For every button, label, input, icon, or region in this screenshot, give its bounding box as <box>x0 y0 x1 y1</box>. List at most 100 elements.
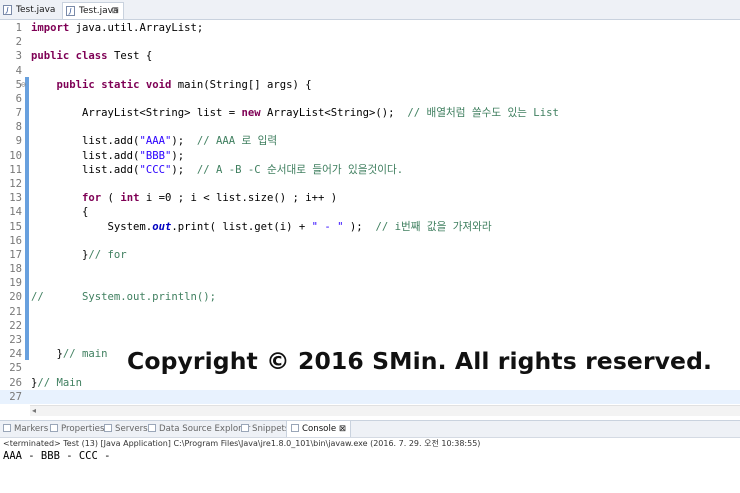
code-token: static <box>101 78 140 91</box>
code-line[interactable]: 27 <box>0 389 740 404</box>
code-line[interactable]: 2 <box>0 35 740 49</box>
line-number: 7 <box>15 107 22 120</box>
code-token: ); <box>171 135 197 148</box>
tab-markers[interactable]: Markers <box>3 421 48 437</box>
tab-label: Data Source Explorer <box>159 424 251 434</box>
editor-tab-test-java-1[interactable]: J Test.java <box>0 2 62 18</box>
code-token: " - " <box>311 220 344 233</box>
snippets-icon <box>241 424 249 432</box>
code-line[interactable]: 21 <box>0 305 740 319</box>
line-number: 21 <box>9 305 22 318</box>
line-number: 20 <box>9 291 22 304</box>
code-line[interactable]: 5 ⊖ public static void main(String[] args… <box>0 78 740 92</box>
code-line[interactable]: 3 public class Test { <box>0 49 740 63</box>
horizontal-scrollbar[interactable]: ◂ <box>30 405 740 416</box>
line-number: 18 <box>9 263 22 276</box>
code-token: main(String[] args) { <box>171 78 312 91</box>
code-token: // 배열처럼 쓸수도 있는 List <box>407 107 559 120</box>
data-source-icon <box>148 424 156 432</box>
code-text: { <box>31 205 88 219</box>
line-number: 23 <box>9 333 22 346</box>
code-token: ArrayList<String>(); <box>260 107 408 120</box>
code-text: ArrayList<String> list = new ArrayList<S… <box>31 106 559 120</box>
line-number: 16 <box>9 234 22 247</box>
line-number: 8 <box>15 121 22 134</box>
line-number: 12 <box>9 177 22 190</box>
line-number: 22 <box>9 319 22 332</box>
close-console-icon[interactable]: ⊠ <box>339 424 346 434</box>
code-line[interactable]: 8 <box>0 120 740 134</box>
code-line[interactable]: 10 list.add("BBB"); <box>0 149 740 163</box>
code-line[interactable]: 23 <box>0 333 740 347</box>
code-line[interactable]: 16 <box>0 234 740 248</box>
code-line[interactable]: 14 { <box>0 205 740 219</box>
code-text: list.add("AAA"); // AAA 로 입력 <box>31 134 277 148</box>
copyright-watermark: Copyright © 2016 SMin. All rights reserv… <box>127 347 713 375</box>
console-status: <terminated> Test (13) [Java Application… <box>3 439 481 448</box>
line-number: 2 <box>15 36 22 49</box>
line-number: 9 <box>15 135 22 148</box>
code-line[interactable]: 11 list.add("CCC"); // A -B -C 순서대로 들어가 … <box>0 163 740 177</box>
code-token: Test { <box>107 50 153 63</box>
code-text: public static void main(String[] args) { <box>31 78 312 92</box>
line-number: 11 <box>9 163 22 176</box>
code-token: java.util.ArrayList; <box>69 22 204 34</box>
tab-label: Snippets <box>252 424 290 434</box>
code-token: list.add( <box>31 149 140 162</box>
line-number: 10 <box>9 149 22 162</box>
line-number: 5 <box>15 78 22 91</box>
code-line[interactable]: 19 <box>0 276 740 290</box>
code-token: i =0 ; i < list.size() ; i++ ) <box>139 192 338 205</box>
line-number: 24 <box>9 348 22 361</box>
code-token: void <box>145 78 172 91</box>
console-output: AAA - BBB - CCC - <box>3 450 111 462</box>
line-number: 17 <box>9 248 22 261</box>
code-line[interactable]: 12 <box>0 177 740 191</box>
editor-tab-test-java-2[interactable]: J Test.java ⊠ <box>62 2 124 19</box>
code-token: out <box>152 220 172 233</box>
code-line[interactable]: 17 }// for <box>0 248 740 262</box>
code-line[interactable]: 6 <box>0 92 740 106</box>
code-token: new <box>241 107 261 120</box>
code-text: }// Main <box>31 376 82 390</box>
code-line[interactable]: 22 <box>0 319 740 333</box>
code-text: list.add("CCC"); // A -B -C 순서대로 들어가 있을것… <box>31 163 403 177</box>
code-token: } <box>31 348 63 361</box>
code-token: for <box>82 192 102 205</box>
code-line[interactable]: 26 }// Main <box>0 376 740 390</box>
line-number: 25 <box>9 362 22 375</box>
code-line[interactable]: 7 ArrayList<String> list = new ArrayList… <box>0 106 740 120</box>
code-editor[interactable]: 1 import java.util.ArrayList; 2 3 public cla… <box>0 20 740 416</box>
tab-properties[interactable]: Properties <box>50 421 104 437</box>
fold-toggle-icon[interactable]: ⊖ <box>21 78 26 92</box>
close-tab-icon[interactable]: ⊠ <box>111 3 119 19</box>
tab-label: Markers <box>14 424 49 434</box>
code-line[interactable]: 15 System.out.print( list.get(i) + " - "… <box>0 220 740 234</box>
tab-snippets[interactable]: Snippets <box>241 421 289 437</box>
code-text: System.out.print( list.get(i) + " - " );… <box>31 220 492 234</box>
code-line[interactable]: 1 import java.util.ArrayList; <box>0 21 740 35</box>
line-number: 26 <box>9 376 22 389</box>
code-token: "AAA" <box>139 135 172 148</box>
code-token: // AAA 로 입력 <box>196 135 278 148</box>
code-token: int <box>120 192 140 205</box>
tab-console[interactable]: Console ⊠ <box>286 421 352 437</box>
line-number: 27 <box>9 390 22 403</box>
scroll-left-icon[interactable]: ◂ <box>32 406 36 415</box>
tab-label: Properties <box>61 424 105 434</box>
code-token: import <box>31 22 70 34</box>
code-token: ( <box>101 192 121 205</box>
code-line[interactable]: 18 <box>0 262 740 276</box>
tab-data-source-explorer[interactable]: Data Source Explorer <box>148 421 250 437</box>
line-number: 3 <box>15 50 22 63</box>
line-number: 4 <box>15 64 22 77</box>
code-token: list.add( <box>31 135 140 148</box>
java-file-icon: J <box>66 6 75 16</box>
code-line[interactable]: 9 list.add("AAA"); // AAA 로 입력 <box>0 134 740 148</box>
code-line[interactable]: 13 for ( int i =0 ; i < list.size() ; i+… <box>0 191 740 205</box>
tab-servers[interactable]: Servers <box>104 421 148 437</box>
code-line[interactable]: 20 // System.out.println(); <box>0 290 740 304</box>
code-line[interactable]: 4 <box>0 64 740 78</box>
tab-label: Servers <box>115 424 148 434</box>
line-number: 14 <box>9 206 22 219</box>
